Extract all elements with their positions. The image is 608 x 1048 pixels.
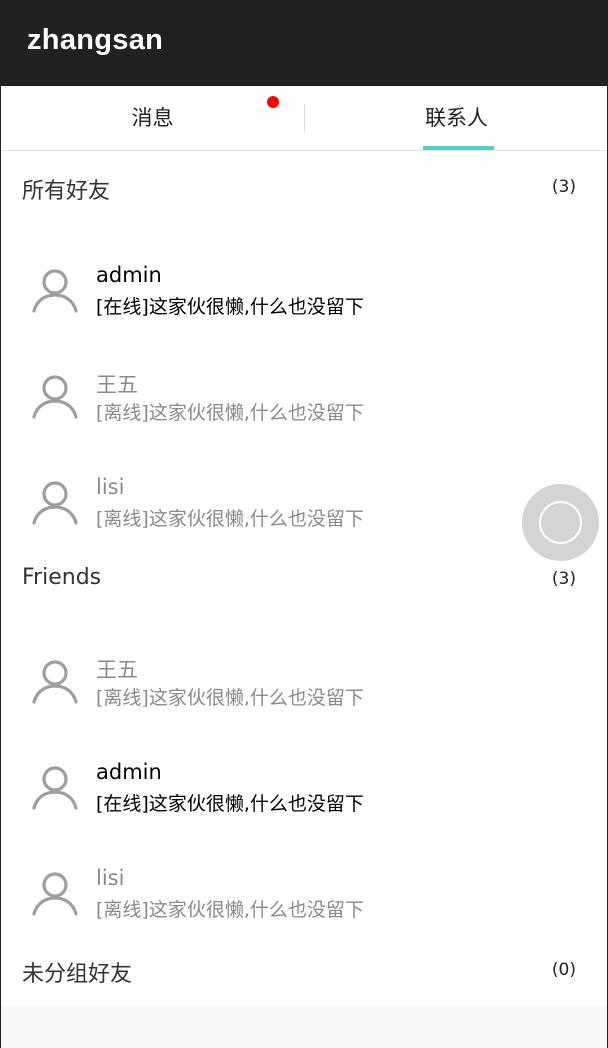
app-screen: zhangsan 消息 联系人 所有好友 (3) admin [在线]这家伙很懒… bbox=[0, 0, 608, 1048]
contact-list[interactable]: 所有好友 (3) admin [在线]这家伙很懒,什么也没留下 王五 [离线]这… bbox=[1, 151, 607, 1006]
contact-name: admin bbox=[96, 263, 162, 287]
contact-item[interactable]: 王五 [离线]这家伙很懒,什么也没留下 bbox=[1, 341, 607, 447]
group-count: (0) bbox=[551, 960, 576, 980]
contact-item[interactable]: lisi [离线]这家伙很懒,什么也没留下 bbox=[1, 447, 607, 553]
contact-signature: [离线]这家伙很懒,什么也没留下 bbox=[96, 687, 364, 709]
tab-bar: 消息 联系人 bbox=[1, 86, 607, 151]
app-bar: zhangsan bbox=[1, 0, 607, 86]
floating-action-button[interactable] bbox=[522, 484, 599, 561]
unread-badge bbox=[267, 96, 279, 108]
app-title: zhangsan bbox=[27, 24, 164, 56]
contact-name: lisi bbox=[96, 866, 125, 890]
tab-contacts[interactable]: 联系人 bbox=[305, 86, 607, 150]
group-count: (3) bbox=[551, 569, 576, 589]
contact-signature: [在线]这家伙很懒,什么也没留下 bbox=[96, 793, 364, 815]
group-header-all-friends[interactable]: 所有好友 (3) bbox=[1, 151, 607, 221]
user-outline-icon bbox=[32, 660, 78, 704]
contact-name: admin bbox=[96, 760, 162, 784]
group-header-friends[interactable]: Friends (3) bbox=[1, 543, 607, 613]
user-outline-icon bbox=[32, 269, 78, 313]
contact-item[interactable]: lisi [离线]这家伙很懒,什么也没留下 bbox=[1, 838, 607, 944]
contact-item[interactable]: admin [在线]这家伙很懒,什么也没留下 bbox=[1, 235, 607, 341]
user-outline-icon bbox=[32, 766, 78, 810]
group-count: (3) bbox=[551, 177, 576, 197]
circle-icon bbox=[539, 501, 582, 544]
contact-signature: [离线]这家伙很懒,什么也没留下 bbox=[96, 402, 364, 424]
user-outline-icon bbox=[32, 481, 78, 525]
empty-area bbox=[1, 1006, 607, 1048]
contact-signature: [离线]这家伙很懒,什么也没留下 bbox=[96, 508, 364, 530]
user-outline-icon bbox=[32, 872, 78, 916]
group-name: 未分组好友 bbox=[22, 962, 133, 987]
group-name: Friends bbox=[22, 565, 102, 590]
group-header-ungrouped[interactable]: 未分组好友 (0) bbox=[1, 934, 607, 1004]
contact-item[interactable]: admin [在线]这家伙很懒,什么也没留下 bbox=[1, 732, 607, 838]
user-outline-icon bbox=[32, 375, 78, 419]
contact-name: 王五 bbox=[96, 658, 138, 682]
contact-item[interactable]: 王五 [离线]这家伙很懒,什么也没留下 bbox=[1, 626, 607, 732]
tab-messages[interactable]: 消息 bbox=[1, 86, 304, 150]
tab-selected-indicator bbox=[423, 146, 494, 150]
contact-name: lisi bbox=[96, 475, 125, 499]
group-name: 所有好友 bbox=[22, 179, 111, 204]
contact-signature: [离线]这家伙很懒,什么也没留下 bbox=[96, 899, 364, 921]
contact-signature: [在线]这家伙很懒,什么也没留下 bbox=[96, 296, 364, 318]
contact-name: 王五 bbox=[96, 373, 138, 397]
